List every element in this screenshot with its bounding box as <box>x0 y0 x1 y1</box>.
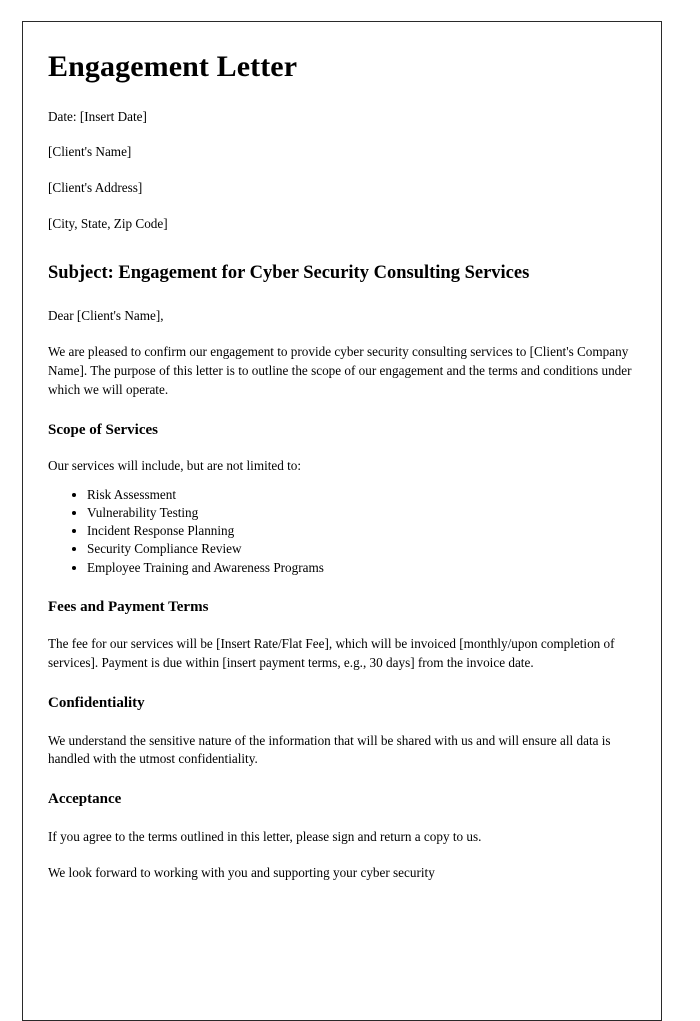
list-item: Risk Assessment <box>87 486 633 504</box>
letter-page: Engagement Letter Date: [Insert Date] [C… <box>22 21 662 1021</box>
client-name-line: [Client's Name] <box>48 144 132 160</box>
subject-heading: Subject: Engagement for Cyber Security C… <box>48 262 530 283</box>
section-heading-fees-and-payment-terms: Fees and Payment Terms <box>48 598 209 615</box>
list-item: Employee Training and Awareness Programs <box>87 559 633 577</box>
intro-paragraph: We are pleased to confirm our engagement… <box>48 344 632 397</box>
client-address-line: [Client's Address] <box>48 180 143 196</box>
list-item: Security Compliance Review <box>87 540 633 558</box>
acceptance-paragraph: If you agree to the terms outlined in th… <box>48 828 482 844</box>
salutation: Dear [Client's Name], <box>48 308 164 324</box>
section-heading-acceptance: Acceptance <box>48 791 122 808</box>
letter-content: Engagement Letter Date: [Insert Date] [C… <box>48 44 633 882</box>
closing-paragraph-clipped: We look forward to working with you and … <box>48 864 435 880</box>
confidentiality-paragraph: We understand the sensitive nature of th… <box>48 732 611 767</box>
list-item: Vulnerability Testing <box>87 504 633 522</box>
client-city-state-zip-line: [City, State, Zip Code] <box>48 216 168 232</box>
page-title: Engagement Letter <box>48 50 298 83</box>
section-heading-confidentiality: Confidentiality <box>48 695 145 712</box>
date-line: Date: [Insert Date] <box>48 108 147 124</box>
scope-lead-in: Our services will include, but are not l… <box>48 458 302 474</box>
scope-services-list: Risk Assessment Vulnerability Testing In… <box>48 486 633 577</box>
section-heading-scope-of-services: Scope of Services <box>48 421 158 438</box>
fees-paragraph: The fee for our services will be [Insert… <box>48 636 615 671</box>
list-item: Incident Response Planning <box>87 522 633 540</box>
